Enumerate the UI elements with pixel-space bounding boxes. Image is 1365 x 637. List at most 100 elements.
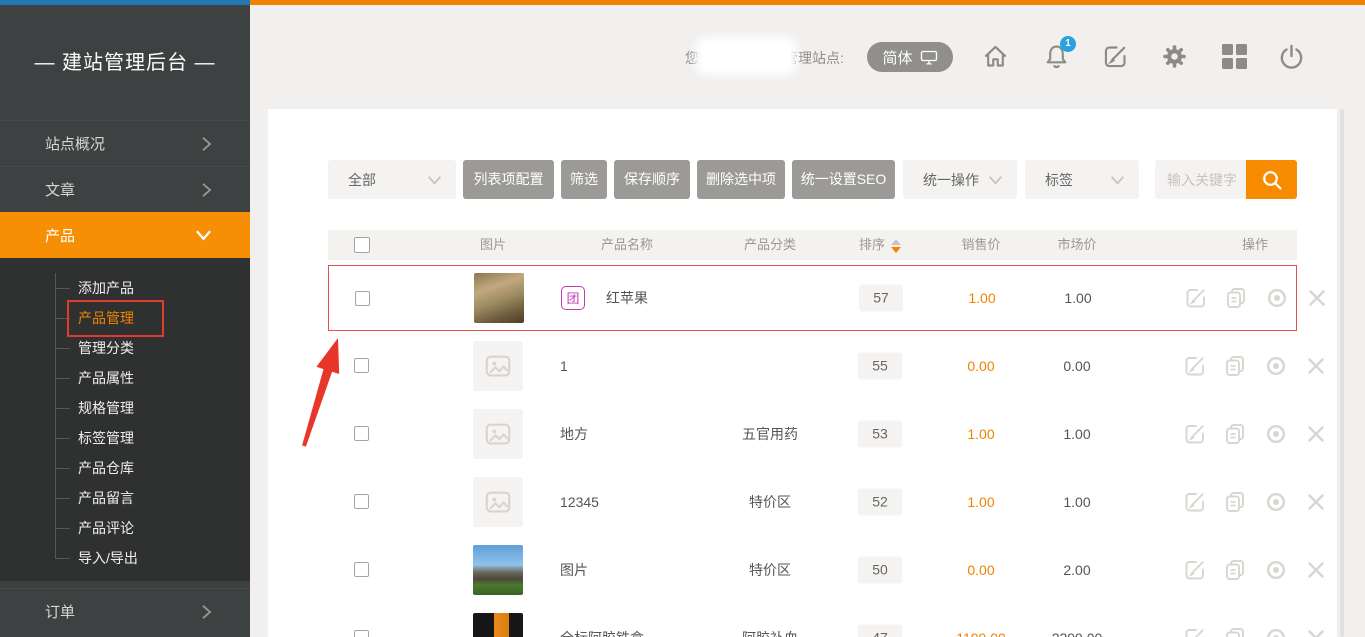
sort-value[interactable]: 52 (858, 489, 902, 516)
sale-price: 0.00 (931, 358, 1031, 374)
row-checkbox[interactable] (354, 630, 369, 637)
product-image (473, 613, 523, 637)
submenu-item-4[interactable]: 规格管理 (0, 393, 250, 423)
submenu-item-9[interactable]: 导入/导出 (0, 543, 250, 573)
copy-icon[interactable] (1223, 422, 1247, 446)
copy-icon[interactable] (1223, 490, 1247, 514)
submenu-tree-tick (55, 438, 70, 439)
product-image-placeholder (473, 341, 523, 391)
submenu-tree-tick (55, 498, 70, 499)
list-config-button[interactable]: 列表项配置 (463, 160, 554, 199)
settings-icon[interactable] (1161, 43, 1188, 70)
sidebar-item-3[interactable]: 订单 (0, 588, 250, 634)
submenu-item-7[interactable]: 产品留言 (0, 483, 250, 513)
sort-arrows-icon[interactable] (891, 239, 901, 253)
monitor-icon (920, 50, 938, 65)
submenu-item-2[interactable]: 管理分类 (0, 333, 250, 363)
column-header-5: 市场价 (997, 230, 1157, 260)
batch-operation-dropdown[interactable]: 统一操作 (903, 160, 1017, 199)
market-price: 1.00 (1028, 290, 1128, 306)
product-name: 1 (560, 358, 568, 374)
market-price: 1.00 (1027, 426, 1127, 442)
search-button[interactable] (1246, 160, 1297, 199)
category-filter-value: 全部 (348, 170, 427, 190)
edit-icon[interactable] (1184, 286, 1208, 310)
app-title: — 建站管理后台 — (0, 46, 250, 75)
apps-icon[interactable] (1221, 43, 1248, 70)
preview-icon[interactable] (1264, 626, 1288, 637)
submenu-item-0[interactable]: 添加产品 (0, 273, 250, 303)
submenu-item-3[interactable]: 产品属性 (0, 363, 250, 393)
copy-icon[interactable] (1223, 558, 1247, 582)
edit-icon[interactable] (1183, 422, 1207, 446)
bell-icon[interactable]: 1 (1043, 43, 1070, 70)
sort-value[interactable]: 55 (858, 353, 902, 380)
delete-icon[interactable] (1304, 354, 1328, 378)
sort-desc-icon[interactable] (891, 247, 901, 253)
delete-icon[interactable] (1304, 490, 1328, 514)
category-filter-dropdown[interactable]: 全部 (328, 160, 456, 199)
edit-icon[interactable] (1183, 558, 1207, 582)
delete-selected-button[interactable]: 删除选中项 (697, 160, 785, 199)
sale-price: 1.00 (931, 494, 1031, 510)
product-name: 图片 (560, 560, 588, 580)
submenu-item-8[interactable]: 产品评论 (0, 513, 250, 543)
sort-value[interactable]: 57 (859, 285, 903, 312)
sort-asc-icon[interactable] (891, 239, 901, 245)
compose-icon[interactable] (1102, 43, 1129, 70)
delete-icon[interactable] (1304, 626, 1328, 637)
product-name: 全标阿胶铁盒 (560, 628, 644, 637)
column-header-1: 产品名称 (547, 230, 707, 260)
scrollbar[interactable] (1340, 109, 1344, 637)
sort-value[interactable]: 53 (858, 421, 902, 448)
language-switch-button[interactable]: 简体 (867, 42, 953, 72)
select-all-checkbox[interactable] (354, 237, 370, 253)
save-order-button[interactable]: 保存顺序 (614, 160, 690, 199)
preview-icon[interactable] (1264, 490, 1288, 514)
row-checkbox[interactable] (354, 358, 369, 373)
market-price: 0.00 (1027, 358, 1127, 374)
sidebar-item-0[interactable]: 站点概况 (0, 120, 250, 166)
power-icon[interactable] (1278, 43, 1305, 70)
sale-price: 0.00 (931, 562, 1031, 578)
preview-icon[interactable] (1265, 286, 1289, 310)
table-row: 团红苹果571.001.00 (328, 265, 1297, 331)
copy-icon[interactable] (1223, 354, 1247, 378)
filter-button[interactable]: 筛选 (561, 160, 607, 199)
sort-value[interactable]: 47 (858, 625, 902, 637)
batch-seo-button[interactable]: 统一设置SEO (792, 160, 895, 199)
edit-icon[interactable] (1183, 354, 1207, 378)
chevron-right-icon (201, 604, 212, 620)
edit-icon[interactable] (1183, 490, 1207, 514)
delete-icon[interactable] (1305, 286, 1329, 310)
preview-icon[interactable] (1264, 422, 1288, 446)
sale-price: 1.00 (931, 426, 1031, 442)
preview-icon[interactable] (1264, 558, 1288, 582)
product-name: 红苹果 (606, 288, 648, 308)
row-checkbox[interactable] (354, 426, 369, 441)
copy-icon[interactable] (1223, 626, 1247, 637)
image-placeholder-icon (483, 351, 513, 381)
sidebar-item-1[interactable]: 文章 (0, 166, 250, 212)
delete-icon[interactable] (1304, 558, 1328, 582)
row-checkbox[interactable] (355, 291, 370, 306)
row-checkbox[interactable] (354, 562, 369, 577)
sort-value[interactable]: 50 (858, 557, 902, 584)
home-icon[interactable] (982, 43, 1009, 70)
preview-icon[interactable] (1264, 354, 1288, 378)
search-input[interactable] (1155, 160, 1246, 199)
delete-icon[interactable] (1304, 422, 1328, 446)
column-header-label: 图片 (480, 237, 506, 252)
submenu-item-5[interactable]: 标签管理 (0, 423, 250, 453)
product-category: 阿胶补血 (710, 628, 830, 637)
edit-icon[interactable] (1183, 626, 1207, 637)
product-name: 12345 (560, 494, 599, 510)
submenu-tree-tick (55, 408, 70, 409)
language-label: 简体 (882, 47, 912, 68)
sidebar-item-2[interactable]: 产品 (0, 212, 250, 258)
copy-icon[interactable] (1224, 286, 1248, 310)
table-row: 图片特价区500.002.00 (328, 537, 1297, 603)
row-checkbox[interactable] (354, 494, 369, 509)
tag-dropdown[interactable]: 标签 (1025, 160, 1139, 199)
submenu-item-6[interactable]: 产品仓库 (0, 453, 250, 483)
